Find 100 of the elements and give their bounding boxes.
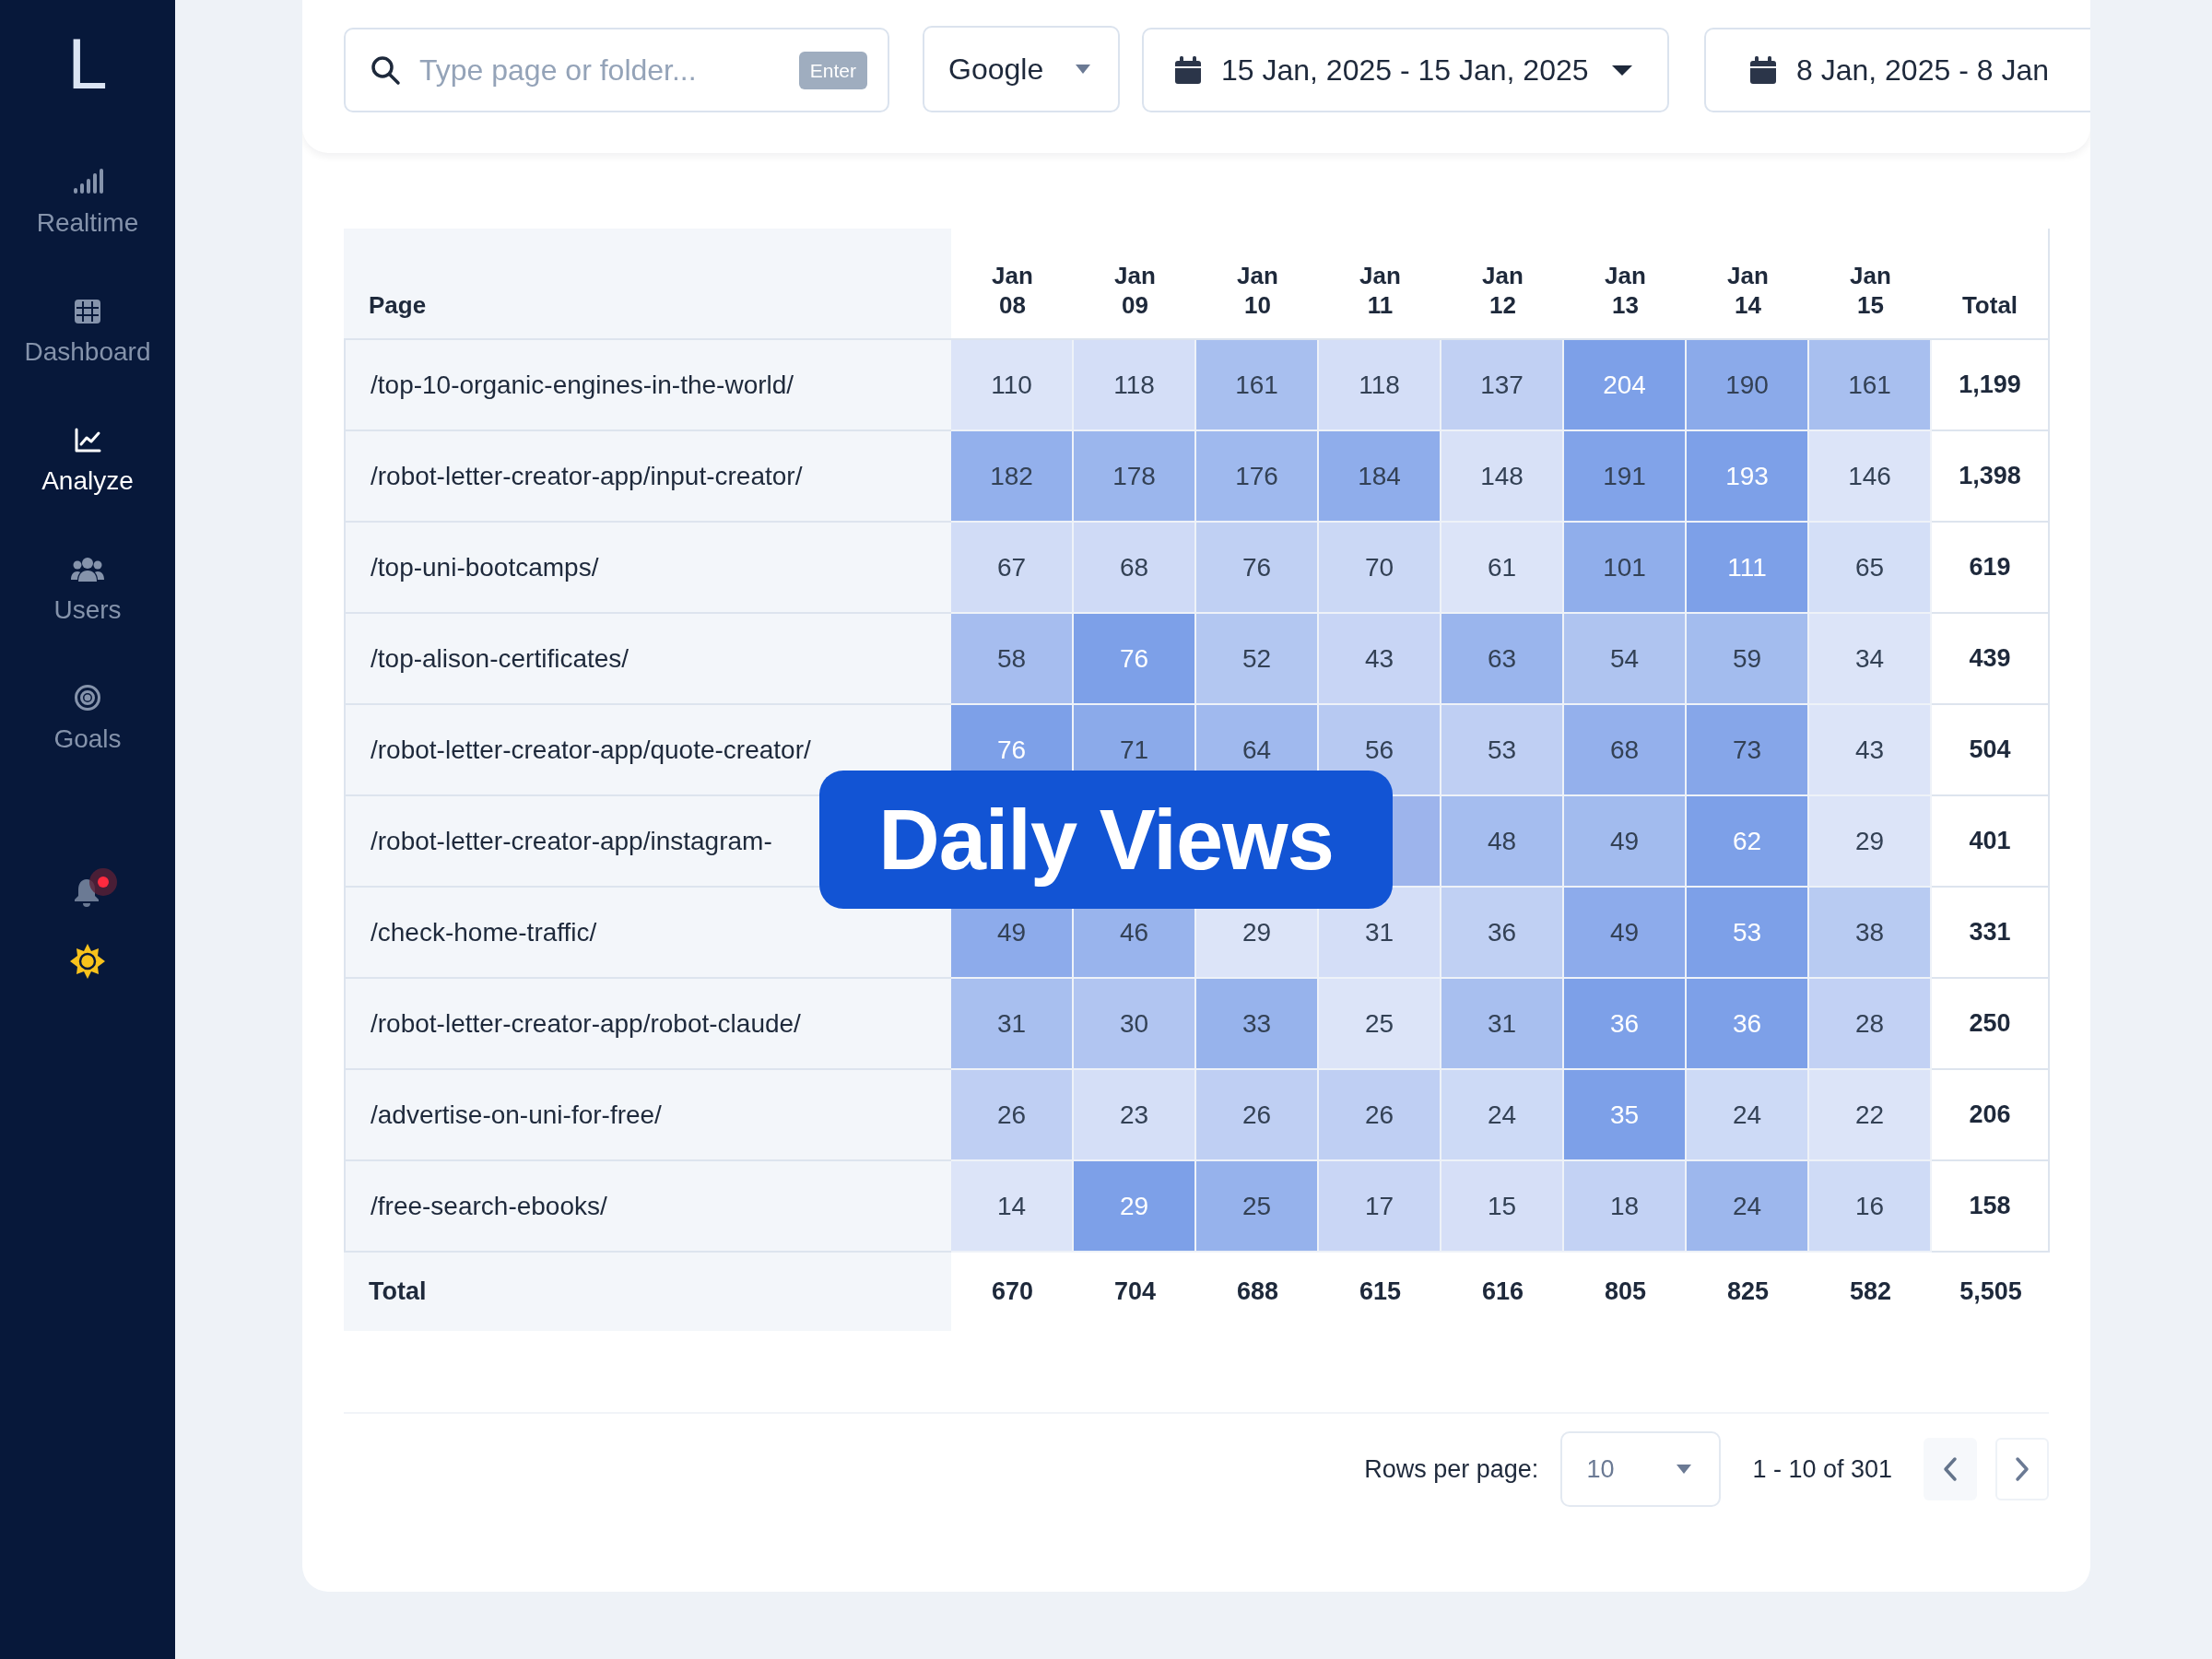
heatmap-cell: 53 bbox=[1687, 888, 1809, 979]
column-total-cell-text: 688 bbox=[1235, 1277, 1280, 1308]
row-total-cell: 1,199 bbox=[1932, 340, 2050, 431]
heatmap-cell: 146 bbox=[1809, 431, 1932, 523]
nav-item[interactable]: Analyze bbox=[41, 422, 134, 551]
heatmap-cell: 17 bbox=[1319, 1161, 1441, 1253]
heatmap-cell: 110 bbox=[951, 340, 1074, 431]
page-path-cell: /free-search-ebooks/ bbox=[344, 1161, 951, 1253]
next-page-button[interactable] bbox=[1995, 1438, 2049, 1500]
heatmap-cell: 59 bbox=[1687, 614, 1809, 705]
nav-item[interactable]: Realtime bbox=[36, 164, 139, 293]
nav-item[interactable]: Dashboard bbox=[24, 293, 151, 422]
rows-per-page-label: Rows per page: bbox=[1364, 1453, 1539, 1485]
compare-date-dropdown[interactable]: 8 Jan, 2025 - 8 Jan bbox=[1704, 28, 2090, 112]
heatmap-cell: 161 bbox=[1196, 340, 1319, 431]
page-path-cell: /top-alison-certificates/ bbox=[344, 614, 951, 705]
heatmap-cell: 22 bbox=[1809, 1070, 1932, 1161]
source-dropdown[interactable]: Google bbox=[923, 26, 1120, 112]
page-path-cell: /top-10-organic-engines-in-the-world/ bbox=[344, 340, 951, 431]
heatmap-cell: 33 bbox=[1196, 979, 1319, 1070]
daily-views-banner: Daily Views bbox=[819, 771, 1393, 909]
caret-icon bbox=[1076, 65, 1090, 74]
heatmap-cell: 73 bbox=[1687, 705, 1809, 796]
calendar-icon bbox=[1750, 56, 1776, 84]
rows-per-page-select[interactable]: 10 bbox=[1560, 1431, 1722, 1507]
heatmap-cell: 43 bbox=[1809, 705, 1932, 796]
heatmap-cell: 49 bbox=[1564, 888, 1687, 979]
heatmap-cell: 26 bbox=[951, 1070, 1074, 1161]
date-range-dropdown[interactable]: 15 Jan, 2025 - 15 Jan, 2025 bbox=[1142, 28, 1669, 112]
heatmap-cell: 182 bbox=[951, 431, 1074, 523]
sun-icon[interactable] bbox=[70, 944, 105, 979]
heatmap-cell: 35 bbox=[1564, 1070, 1687, 1161]
heatmap-cell: 184 bbox=[1319, 431, 1441, 523]
heatmap-cell: 101 bbox=[1564, 523, 1687, 614]
caret-icon bbox=[1677, 1465, 1692, 1474]
heatmap-cell: 25 bbox=[1196, 1161, 1319, 1253]
heatmap-cell: 24 bbox=[1441, 1070, 1564, 1161]
heatmap-cell: 24 bbox=[1687, 1070, 1809, 1161]
heatmap-cell: 26 bbox=[1319, 1070, 1441, 1161]
heatmap-cell: 29 bbox=[1809, 796, 1932, 888]
heatmap-cell: 137 bbox=[1441, 340, 1564, 431]
previous-page-button[interactable] bbox=[1924, 1438, 1977, 1500]
logo[interactable]: L bbox=[67, 28, 108, 100]
heatmap-cell: 178 bbox=[1074, 431, 1196, 523]
page-range: 1 - 10 of 301 bbox=[1752, 1453, 1892, 1485]
row-total-cell: 504 bbox=[1932, 705, 2050, 796]
column-total-cell-text: 805 bbox=[1603, 1277, 1648, 1308]
page-path-cell: /top-uni-bootcamps/ bbox=[344, 523, 951, 614]
heatmap-cell: 49 bbox=[1564, 796, 1687, 888]
search-input[interactable]: Type page or folder... bbox=[419, 48, 781, 92]
row-total-cell: 1,398 bbox=[1932, 431, 2050, 523]
chevron-left-icon bbox=[1943, 1456, 1958, 1482]
heatmap-cell: 16 bbox=[1809, 1161, 1932, 1253]
page-path-cell: /check-home-traffic/ bbox=[344, 888, 951, 979]
heatmap-cell: 23 bbox=[1074, 1070, 1196, 1161]
column-total-cell-text: 582 bbox=[1848, 1277, 1893, 1308]
column-total-cell-text: 670 bbox=[990, 1277, 1035, 1308]
heatmap-cell: 176 bbox=[1196, 431, 1319, 523]
column-total-cell-text: 825 bbox=[1725, 1277, 1771, 1308]
heatmap-cell: 61 bbox=[1441, 523, 1564, 614]
column-total-cell-text: 615 bbox=[1358, 1277, 1403, 1308]
heatmap-cell: 70 bbox=[1319, 523, 1441, 614]
heatmap-cell: 191 bbox=[1564, 431, 1687, 523]
page-path-cell: /robot-letter-creator-app/input-creator/ bbox=[344, 431, 951, 523]
row-total-cell: 401 bbox=[1932, 796, 2050, 888]
heatmap-cell: 76 bbox=[1074, 614, 1196, 705]
calendar-icon bbox=[1175, 56, 1201, 84]
heatmap-cell: 68 bbox=[1074, 523, 1196, 614]
heatmap-cell: 204 bbox=[1564, 340, 1687, 431]
enter-key-hint: Enter bbox=[798, 51, 867, 89]
heatmap-cell: 26 bbox=[1196, 1070, 1319, 1161]
heatmap-cell: 31 bbox=[1441, 979, 1564, 1070]
search-icon bbox=[370, 54, 401, 86]
page-path-cell: /robot-letter-creator-app/quote-creator/ bbox=[344, 705, 951, 796]
heatmap-cell: 24 bbox=[1687, 1161, 1809, 1253]
nav-item[interactable]: Users bbox=[53, 551, 122, 680]
grand-total-cell-text: 5,505 bbox=[1959, 1277, 2023, 1308]
heatmap-cell: 15 bbox=[1441, 1161, 1564, 1253]
row-total-cell: 439 bbox=[1932, 614, 2050, 705]
heatmap-cell: 67 bbox=[951, 523, 1074, 614]
heatmap-cell: 29 bbox=[1074, 1161, 1196, 1253]
column-header: Page bbox=[344, 229, 951, 340]
heatmap-cell: 65 bbox=[1809, 523, 1932, 614]
column-total-cell-text: 704 bbox=[1112, 1277, 1158, 1308]
row-total-cell: 619 bbox=[1932, 523, 2050, 614]
heatmap-cell: 148 bbox=[1441, 431, 1564, 523]
heatmap-cell: 193 bbox=[1687, 431, 1809, 523]
row-total-cell: 331 bbox=[1932, 888, 2050, 979]
row-total-cell: 206 bbox=[1932, 1070, 2050, 1161]
page-path-cell: /robot-letter-creator-app/robot-claude/ bbox=[344, 979, 951, 1070]
heatmap-cell: 36 bbox=[1687, 979, 1809, 1070]
heatmap-cell: 63 bbox=[1441, 614, 1564, 705]
heatmap-cell: 36 bbox=[1441, 888, 1564, 979]
heatmap-cell: 62 bbox=[1687, 796, 1809, 888]
chevron-right-icon bbox=[2015, 1456, 2030, 1482]
heatmap-cell: 76 bbox=[1196, 523, 1319, 614]
nav-item[interactable]: Goals bbox=[53, 680, 122, 809]
heatmap-cell: 54 bbox=[1564, 614, 1687, 705]
heatmap-cell: 18 bbox=[1564, 1161, 1687, 1253]
heatmap-cell: 118 bbox=[1074, 340, 1196, 431]
